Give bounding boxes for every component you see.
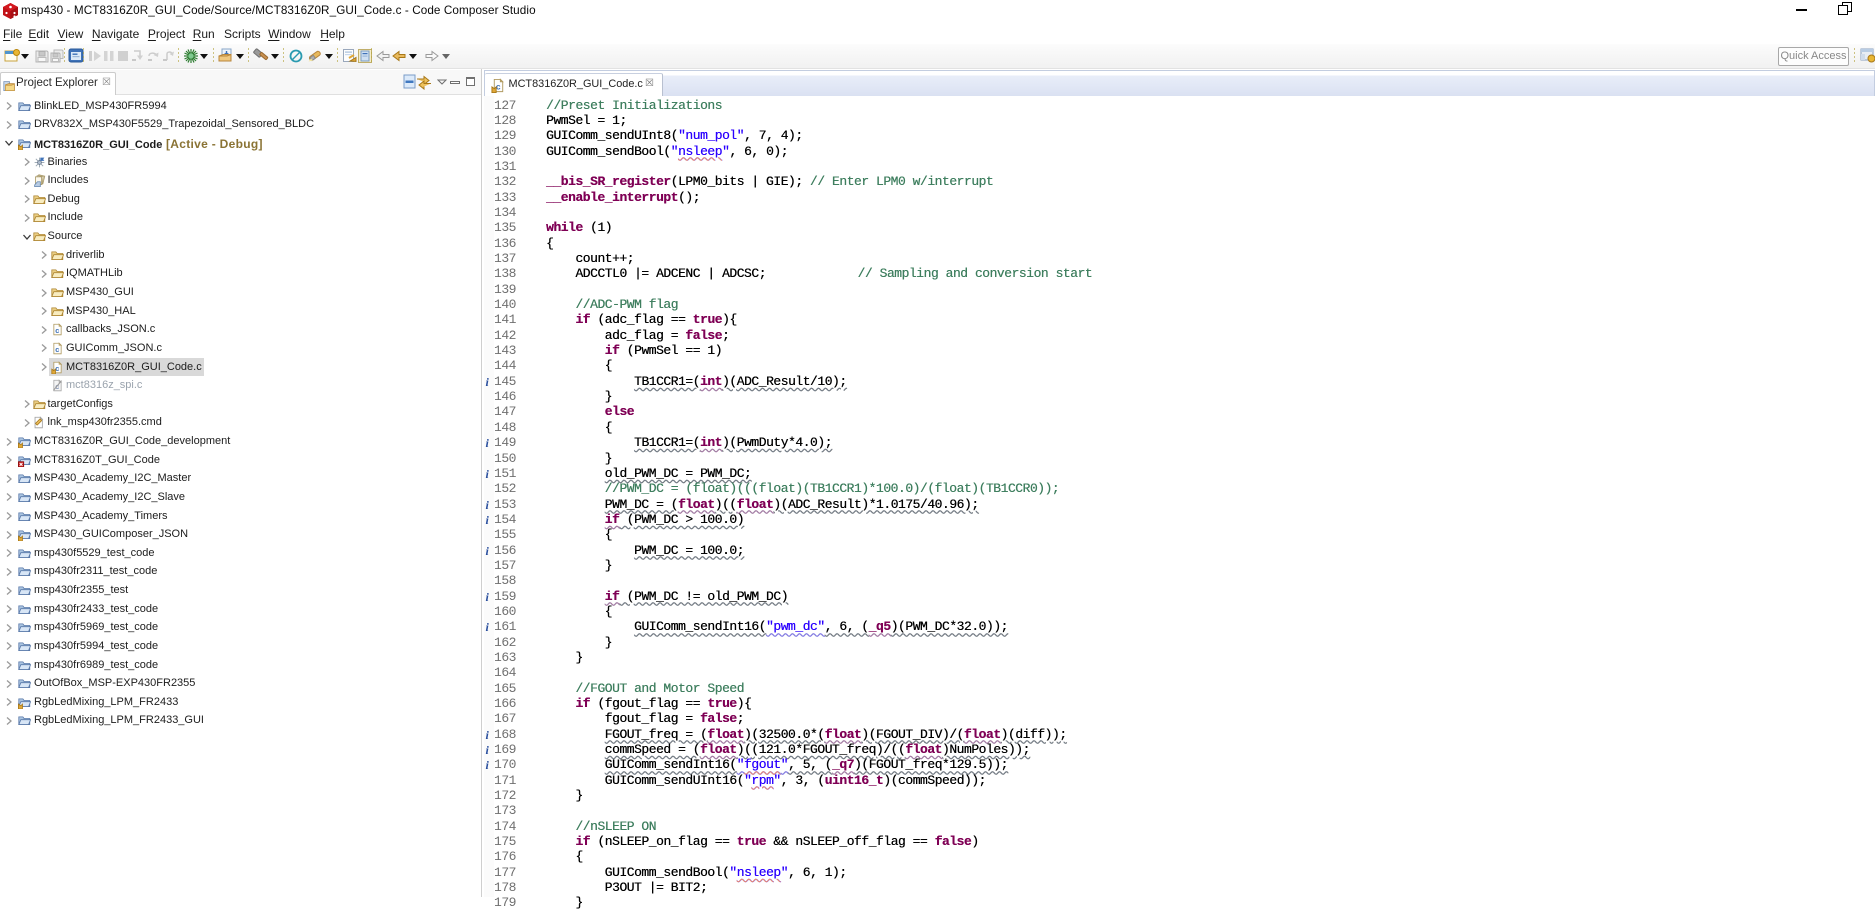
svg-text:c: c (55, 328, 59, 336)
svg-text:c: c (55, 347, 59, 355)
